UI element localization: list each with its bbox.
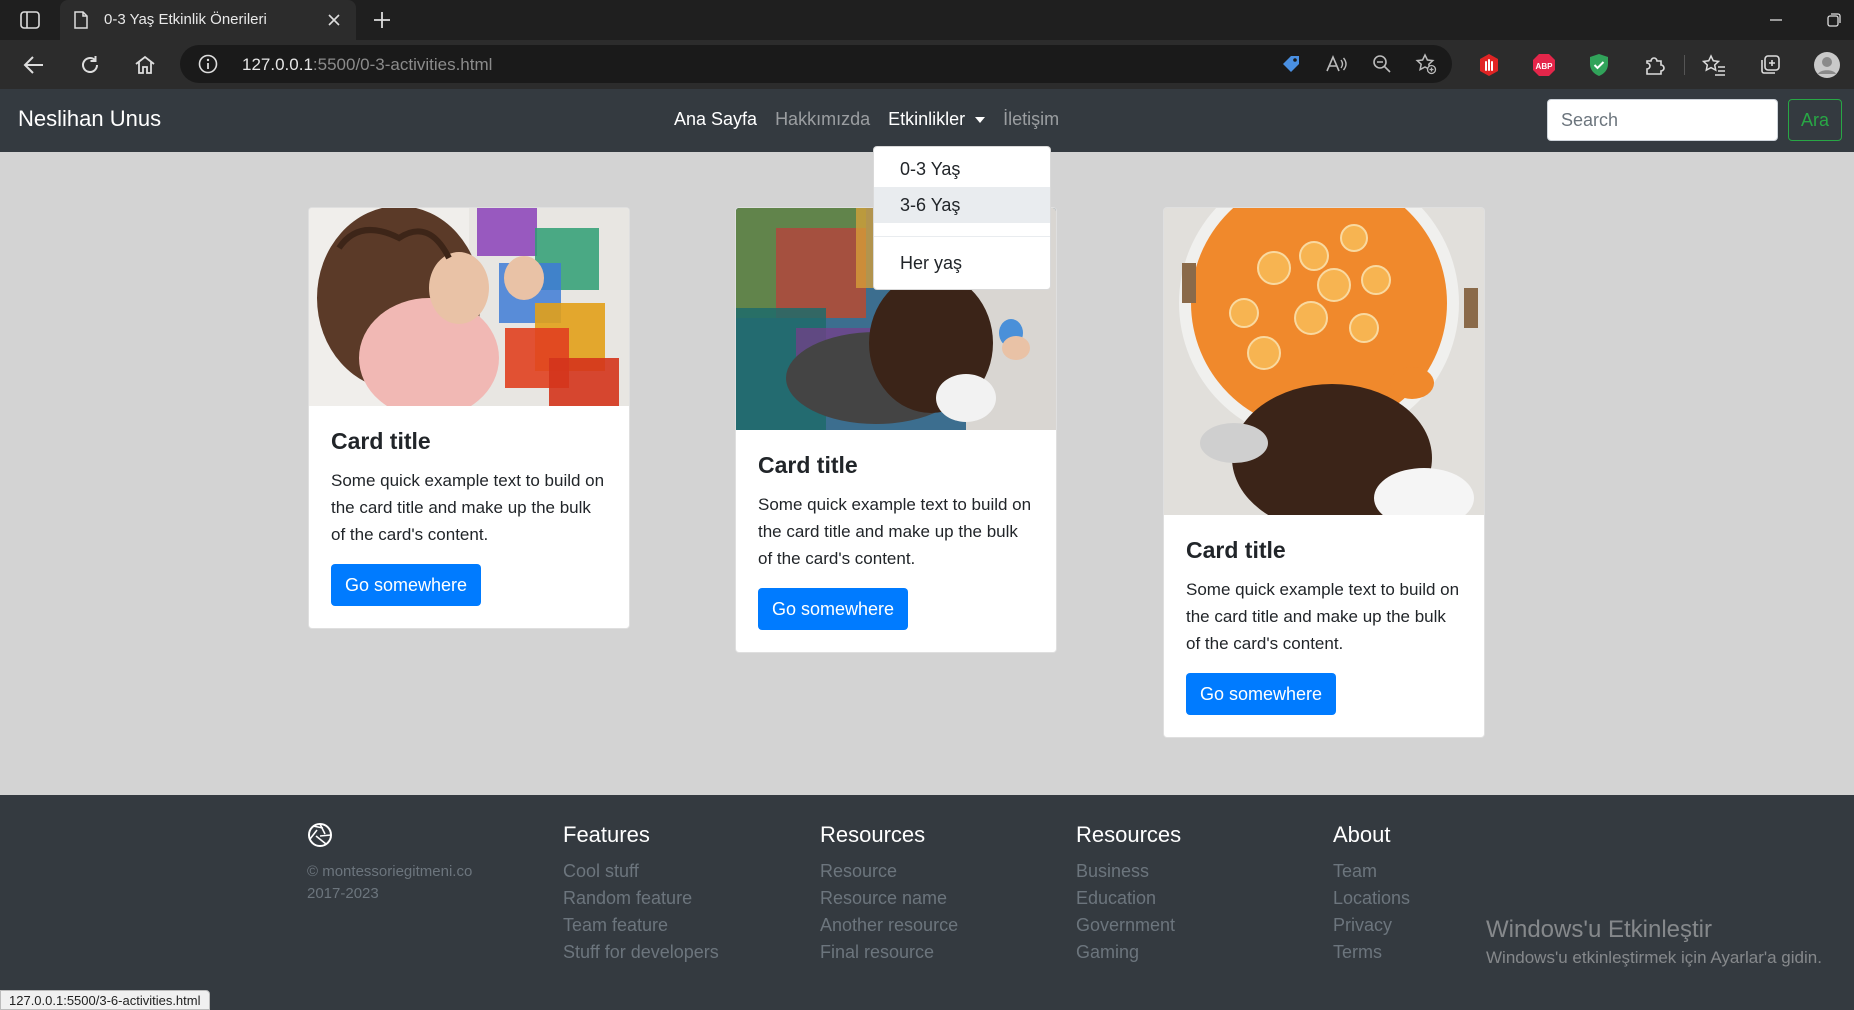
- card-image: [309, 208, 629, 406]
- zoom-out-icon[interactable]: [1369, 52, 1395, 76]
- footer-heading: About: [1333, 822, 1391, 847]
- dropdown-item-0-3[interactable]: 0-3 Yaş: [874, 151, 1050, 187]
- card-text: Some quick example text to build on the …: [758, 495, 1032, 568]
- footer-column-resources: Resources Resource Resource name Another…: [820, 822, 958, 966]
- footer-column-features: Features Cool stuff Random feature Team …: [563, 822, 719, 966]
- coupon-tag-icon[interactable]: [1278, 52, 1304, 76]
- brand-name[interactable]: Neslihan Unus: [18, 106, 161, 132]
- site-info-icon[interactable]: [198, 54, 218, 74]
- windows-activation-subtitle: Windows'u etkinleştirmek için Ayarlar'a …: [1486, 948, 1822, 967]
- url-text: 127.0.0.1:5500/0-3-activities.html: [242, 55, 493, 74]
- footer-link[interactable]: Team feature: [563, 912, 719, 939]
- dropdown-divider: [874, 236, 1050, 237]
- footer-link[interactable]: Terms: [1333, 939, 1410, 966]
- activity-card: Card title Some quick example text to bu…: [1163, 207, 1485, 738]
- go-somewhere-button[interactable]: Go somewhere: [758, 588, 909, 630]
- favorites-icon[interactable]: [1699, 50, 1729, 80]
- windows-activation-title: Windows'u Etkinleştir: [1486, 916, 1712, 943]
- card-text: Some quick example text to build on the …: [331, 471, 605, 544]
- card-body: Card title Some quick example text to bu…: [309, 406, 629, 628]
- footer-link[interactable]: Government: [1076, 912, 1181, 939]
- back-icon[interactable]: [18, 50, 50, 80]
- profile-avatar-icon[interactable]: [1812, 50, 1842, 80]
- home-icon[interactable]: [129, 50, 161, 80]
- svg-text:ABP: ABP: [1536, 62, 1554, 71]
- footer-link[interactable]: Stuff for developers: [563, 939, 719, 966]
- add-favorite-icon[interactable]: [1413, 52, 1439, 76]
- page-icon: [73, 11, 89, 29]
- footer-link[interactable]: Team: [1333, 858, 1410, 885]
- footer-link[interactable]: Final resource: [820, 939, 958, 966]
- aperture-logo-icon: [307, 822, 333, 848]
- adblock-plus-icon[interactable]: ABP: [1529, 50, 1559, 80]
- footer-copyright: © montessoriegitmeni.co 2017-2023: [307, 861, 472, 905]
- footer-link[interactable]: Business: [1076, 858, 1181, 885]
- card-title: Card title: [331, 428, 431, 454]
- footer-link[interactable]: Resource: [820, 858, 958, 885]
- shield-icon[interactable]: [1584, 50, 1614, 80]
- footer-link[interactable]: Locations: [1333, 885, 1410, 912]
- footer-link[interactable]: Another resource: [820, 912, 958, 939]
- extensions-puzzle-icon[interactable]: [1639, 50, 1669, 80]
- footer-link[interactable]: Education: [1076, 885, 1181, 912]
- footer-link[interactable]: Cool stuff: [563, 858, 719, 885]
- browser-toolbar: 127.0.0.1:5500/0-3-activities.html ABP: [0, 40, 1854, 89]
- reload-icon[interactable]: [74, 50, 106, 80]
- address-bar[interactable]: 127.0.0.1:5500/0-3-activities.html: [180, 45, 1452, 83]
- dropdown-item-3-6[interactable]: 3-6 Yaş: [874, 187, 1050, 223]
- card-title: Card title: [1186, 537, 1286, 563]
- footer-link[interactable]: Resource name: [820, 885, 958, 912]
- tab-actions-icon[interactable]: [16, 8, 44, 32]
- footer-link[interactable]: Gaming: [1076, 939, 1181, 966]
- footer-heading: Resources: [1076, 822, 1182, 847]
- footer-heading: Resources: [820, 822, 926, 847]
- nav-link-about[interactable]: Hakkımızda: [775, 109, 870, 130]
- copyright-years: 2017-2023: [307, 885, 379, 902]
- card-body: Card title Some quick example text to bu…: [1164, 515, 1484, 737]
- go-somewhere-button[interactable]: Go somewhere: [1186, 673, 1337, 715]
- card-text: Some quick example text to build on the …: [1186, 580, 1460, 653]
- collections-icon[interactable]: [1755, 50, 1785, 80]
- copyright-text: © montessoriegitmeni.co: [307, 863, 473, 880]
- footer-column-about: About Team Locations Privacy Terms: [1333, 822, 1410, 966]
- nav-links: Ana Sayfa Hakkımızda Etkinlikler İletişi…: [674, 109, 1059, 130]
- new-tab-icon[interactable]: [368, 8, 396, 32]
- minimize-icon[interactable]: [1762, 8, 1790, 32]
- go-somewhere-button[interactable]: Go somewhere: [331, 564, 482, 606]
- tab-title: 0-3 Yaş Etkinlik Önerileri: [104, 11, 267, 28]
- card-title: Card title: [758, 452, 858, 478]
- activities-dropdown-menu: 0-3 Yaş 3-6 Yaş Her yaş: [873, 146, 1051, 290]
- nav-link-home[interactable]: Ana Sayfa: [674, 109, 757, 130]
- card-image: [1164, 208, 1484, 515]
- search-button[interactable]: Ara: [1788, 99, 1842, 141]
- ad-block-hand-icon[interactable]: [1474, 50, 1504, 80]
- toolbar-separator: [1684, 55, 1685, 75]
- nav-link-contact[interactable]: İletişim: [1003, 109, 1059, 130]
- browser-tab[interactable]: 0-3 Yaş Etkinlik Önerileri: [60, 0, 356, 40]
- nav-dropdown-label: Etkinlikler: [888, 109, 966, 129]
- footer-column-resources-2: Resources Business Education Government …: [1076, 822, 1181, 966]
- read-aloud-icon[interactable]: [1323, 52, 1349, 76]
- search-input[interactable]: [1547, 99, 1778, 141]
- dropdown-item-all-ages[interactable]: Her yaş: [874, 245, 1050, 281]
- footer-link[interactable]: Random feature: [563, 885, 719, 912]
- card-body: Card title Some quick example text to bu…: [736, 430, 1056, 652]
- close-tab-icon[interactable]: [324, 10, 344, 30]
- activity-card: Card title Some quick example text to bu…: [308, 207, 630, 629]
- footer-heading: Features: [563, 822, 650, 847]
- site-navbar: Neslihan Unus Ana Sayfa Hakkımızda Etkin…: [0, 89, 1854, 152]
- restore-icon[interactable]: [1820, 8, 1848, 32]
- browser-tab-bar: 0-3 Yaş Etkinlik Önerileri: [0, 0, 1854, 40]
- status-bar-url: 127.0.0.1:5500/3-6-activities.html: [0, 990, 210, 1010]
- site-footer: © montessoriegitmeni.co 2017-2023 Featur…: [0, 795, 1854, 1010]
- caret-down-icon: [975, 116, 986, 123]
- nav-dropdown-activities[interactable]: Etkinlikler: [888, 109, 986, 130]
- footer-link[interactable]: Privacy: [1333, 912, 1410, 939]
